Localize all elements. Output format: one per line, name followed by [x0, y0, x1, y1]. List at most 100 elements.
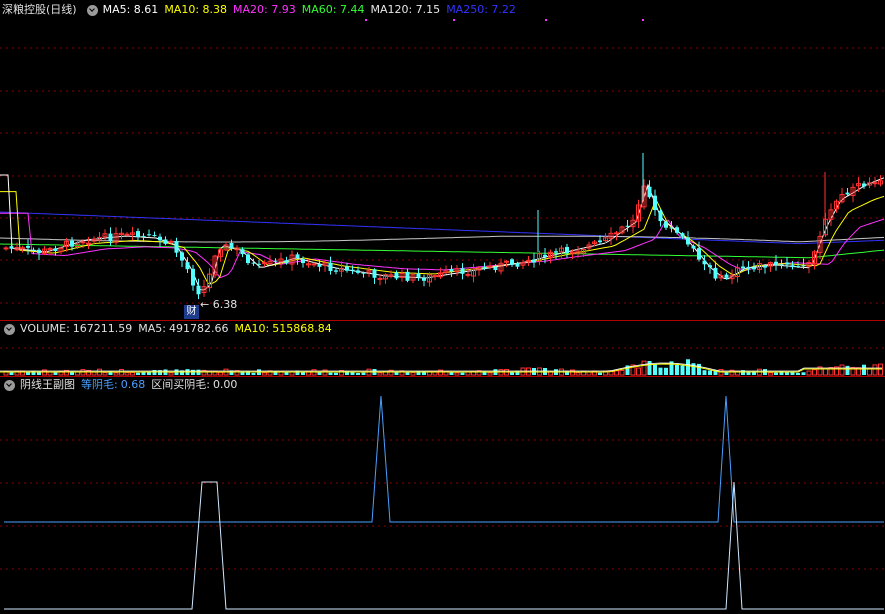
candle-body [708, 265, 712, 268]
volume-bar [598, 372, 602, 375]
volume-bar [675, 365, 679, 375]
indicator-line-1 [4, 395, 884, 523]
candle-body [108, 233, 113, 242]
candle-body [20, 247, 25, 250]
volume-bar [26, 372, 30, 375]
candle-body [301, 259, 305, 264]
volume-bar [697, 363, 701, 375]
volume-bar [124, 372, 130, 376]
volume-bar [218, 371, 223, 376]
candle-body [515, 262, 520, 267]
signal-dot [545, 19, 547, 21]
financial-report-badge[interactable]: 财 [184, 305, 199, 319]
grid-lines [0, 47, 885, 570]
candle-body [565, 246, 569, 253]
volume-bar [702, 370, 707, 375]
candle-body [664, 221, 668, 228]
candle-body [801, 265, 806, 267]
candle-body [174, 241, 179, 253]
low-price-label: ← 6.38 [200, 298, 238, 311]
candle-body [377, 277, 383, 280]
volume-bar [284, 372, 289, 375]
volume-bar [806, 370, 812, 376]
volume-bar [328, 372, 333, 375]
volume-bar [878, 363, 883, 376]
candle-body [141, 235, 146, 237]
candle-body [741, 266, 745, 269]
volume-bar [113, 372, 119, 376]
volume-bar [487, 372, 493, 376]
candle-body [763, 265, 767, 268]
candle-body [147, 234, 151, 236]
volume-bar [136, 372, 140, 375]
candle-body [405, 271, 410, 281]
candle-body [246, 254, 250, 264]
indicator-lines [4, 19, 884, 610]
candle-body [422, 277, 426, 281]
candle-body [510, 259, 514, 265]
candle-body [262, 262, 267, 265]
candle-body [196, 285, 201, 295]
low-price-value: 6.38 [212, 298, 238, 311]
chart-canvas[interactable] [0, 0, 885, 614]
volume-bar [377, 372, 383, 376]
candle-body [416, 273, 421, 278]
candle-body [3, 247, 9, 250]
candle-body [26, 245, 30, 248]
candle-body [163, 239, 168, 244]
candle-body [465, 273, 471, 276]
candle-body [724, 274, 729, 278]
volume-bars [0, 359, 883, 376]
candle-body [691, 245, 696, 249]
volume-bar [91, 371, 97, 376]
candle-body [432, 275, 438, 278]
candle-body [152, 235, 157, 237]
candle-body [168, 240, 174, 243]
candle-body [658, 210, 663, 222]
volume-bar [460, 372, 465, 375]
candle-body [350, 269, 355, 271]
candle-body [702, 260, 707, 265]
candle-body [136, 231, 140, 238]
candle-body [647, 186, 652, 198]
volume-bar [636, 367, 641, 376]
volume-bar [251, 372, 256, 375]
candle-body [229, 242, 234, 249]
volume-bar [641, 360, 647, 376]
candle-body [625, 225, 630, 227]
candle-body [460, 268, 465, 274]
volume-bar [102, 372, 108, 376]
candle-body [845, 192, 850, 195]
candle-body [328, 262, 333, 272]
volume-bar [454, 372, 460, 376]
volume-bar [768, 372, 773, 376]
volume-bar [839, 364, 845, 376]
volume-bar [823, 368, 828, 376]
volume-bar [262, 372, 267, 376]
signal-dot [642, 19, 644, 21]
candle-body [31, 249, 36, 251]
candle-body [774, 261, 778, 266]
candle-body [284, 260, 289, 264]
volume-bar [664, 367, 668, 375]
candle-body [746, 266, 751, 268]
volume-bar [334, 372, 338, 375]
candle-body [191, 268, 195, 286]
candle-body [185, 262, 190, 270]
candle-body [482, 267, 487, 269]
candle-body [686, 237, 690, 245]
candle-body [372, 269, 377, 278]
volume-bar [680, 365, 685, 375]
volume-bar [801, 372, 806, 375]
signal-dot [453, 19, 455, 21]
volume-bar [872, 364, 878, 376]
candle-body [752, 267, 756, 270]
candle-body [785, 262, 789, 265]
candle-body [680, 233, 685, 237]
ma60-line [0, 243, 885, 259]
candle-body [70, 240, 74, 247]
candle-body [86, 242, 91, 245]
candle-body [493, 266, 498, 271]
candle-body [317, 264, 322, 267]
candle-body [487, 265, 493, 268]
